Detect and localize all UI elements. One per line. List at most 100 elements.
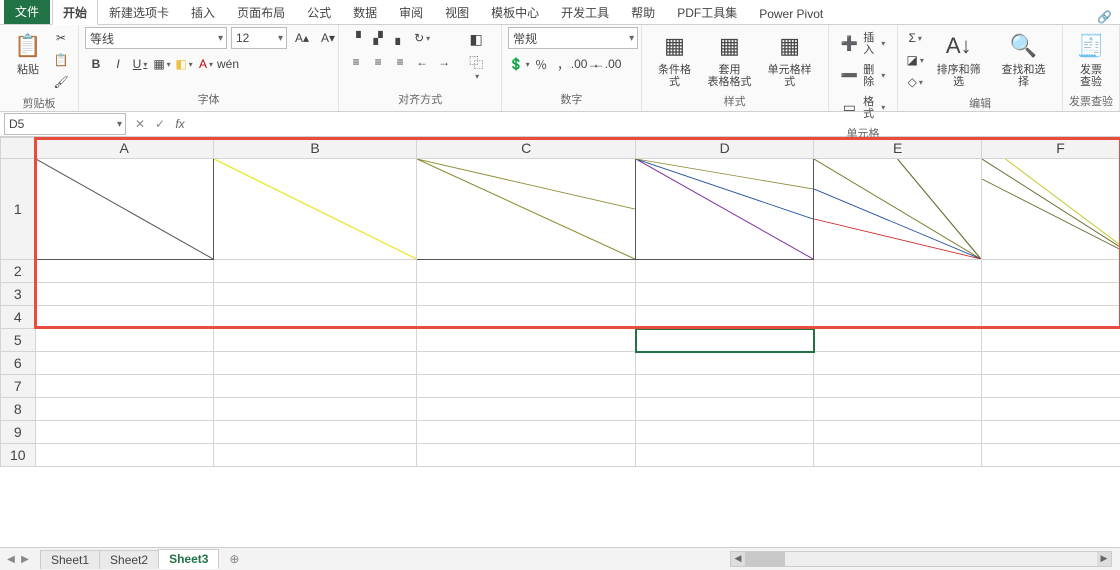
number-format-select[interactable]: 常规 bbox=[508, 27, 638, 49]
row-header-2[interactable]: 2 bbox=[1, 260, 36, 283]
sort-filter-button[interactable]: A↓ 排序和筛选 bbox=[927, 27, 990, 91]
cell-F4[interactable] bbox=[982, 306, 1120, 329]
tab-developer[interactable]: 开发工具 bbox=[550, 0, 620, 24]
fill-color-button[interactable]: ◧ bbox=[174, 54, 194, 74]
col-header-B[interactable]: B bbox=[213, 138, 417, 159]
col-header-E[interactable]: E bbox=[814, 138, 982, 159]
autosum-button[interactable]: Σ bbox=[905, 28, 925, 48]
italic-button[interactable]: I bbox=[108, 54, 128, 74]
cell-D9[interactable] bbox=[636, 421, 814, 444]
cell-A3[interactable] bbox=[35, 283, 213, 306]
cell-D3[interactable] bbox=[636, 283, 814, 306]
font-name-select[interactable]: 等线 bbox=[85, 27, 227, 49]
fill-button[interactable]: ◪ bbox=[905, 50, 925, 70]
cell-F6[interactable] bbox=[982, 352, 1120, 375]
cell-A6[interactable] bbox=[35, 352, 213, 375]
cell-D4[interactable] bbox=[636, 306, 814, 329]
cell-E4[interactable] bbox=[814, 306, 982, 329]
tab-file[interactable]: 文件 bbox=[4, 0, 50, 24]
cell-E2[interactable] bbox=[814, 260, 982, 283]
fx-icon[interactable]: fx bbox=[170, 117, 190, 131]
tab-help[interactable]: 帮助 bbox=[620, 0, 666, 24]
share-icon[interactable]: 🔗 bbox=[1097, 10, 1112, 24]
cell-E6[interactable] bbox=[814, 352, 982, 375]
cell-styles-button[interactable]: ▦ 单元格样式 bbox=[758, 27, 820, 91]
tab-review[interactable]: 审阅 bbox=[388, 0, 434, 24]
cell-C9[interactable] bbox=[417, 421, 636, 444]
cut-button[interactable]: ✂ bbox=[51, 28, 71, 48]
clear-button[interactable]: ◇ bbox=[905, 72, 925, 92]
align-middle-button[interactable]: ▞ bbox=[368, 28, 388, 48]
col-header-C[interactable]: C bbox=[417, 138, 636, 159]
percent-button[interactable]: ％ bbox=[531, 54, 551, 74]
cell-D5[interactable] bbox=[636, 329, 814, 352]
wrap-text-button[interactable]: ◧ bbox=[462, 27, 490, 51]
cell-C7[interactable] bbox=[417, 375, 636, 398]
font-color-button[interactable]: A bbox=[196, 54, 216, 74]
select-all-corner[interactable] bbox=[1, 138, 36, 159]
scroll-right-icon[interactable]: ▶ bbox=[1097, 552, 1111, 566]
cell-C6[interactable] bbox=[417, 352, 636, 375]
format-as-table-button[interactable]: ▦ 套用 表格格式 bbox=[702, 27, 756, 91]
tab-powerpivot[interactable]: Power Pivot bbox=[748, 2, 834, 24]
row-header-5[interactable]: 5 bbox=[1, 329, 36, 352]
shrink-font-button[interactable]: A▾ bbox=[318, 28, 338, 48]
row-header-8[interactable]: 8 bbox=[1, 398, 36, 421]
cell-A9[interactable] bbox=[35, 421, 213, 444]
cell-F10[interactable] bbox=[982, 444, 1120, 467]
bold-button[interactable]: B bbox=[86, 54, 106, 74]
cell-B10[interactable] bbox=[213, 444, 417, 467]
align-top-button[interactable]: ▝ bbox=[346, 28, 366, 48]
cell-F7[interactable] bbox=[982, 375, 1120, 398]
cell-C3[interactable] bbox=[417, 283, 636, 306]
align-bottom-button[interactable]: ▖ bbox=[390, 28, 410, 48]
cell-E10[interactable] bbox=[814, 444, 982, 467]
cell-A5[interactable] bbox=[35, 329, 213, 352]
cell-C1[interactable] bbox=[417, 159, 636, 260]
currency-button[interactable]: 💲 bbox=[509, 54, 529, 74]
format-cells-button[interactable]: ▭格式 bbox=[836, 91, 890, 123]
cell-B9[interactable] bbox=[213, 421, 417, 444]
cell-E1[interactable] bbox=[814, 159, 982, 260]
decrease-indent-button[interactable]: ← bbox=[412, 52, 432, 72]
tab-home[interactable]: 开始 bbox=[52, 0, 98, 25]
cell-F2[interactable] bbox=[982, 260, 1120, 283]
col-header-D[interactable]: D bbox=[636, 138, 814, 159]
cell-E7[interactable] bbox=[814, 375, 982, 398]
cell-C8[interactable] bbox=[417, 398, 636, 421]
format-painter-button[interactable]: 🖌 bbox=[51, 72, 71, 92]
sheet-tab-1[interactable]: Sheet1 bbox=[40, 550, 100, 569]
tab-pagelayout[interactable]: 页面布局 bbox=[226, 0, 296, 24]
tab-insert[interactable]: 插入 bbox=[180, 0, 226, 24]
cell-A1[interactable] bbox=[35, 159, 213, 260]
cell-D2[interactable] bbox=[636, 260, 814, 283]
cell-A4[interactable] bbox=[35, 306, 213, 329]
add-sheet-button[interactable]: ⊕ bbox=[224, 552, 244, 566]
sheet-nav-next[interactable]: ▶ bbox=[18, 554, 32, 565]
tab-data[interactable]: 数据 bbox=[342, 0, 388, 24]
font-size-select[interactable]: 12 bbox=[231, 27, 287, 49]
cell-A2[interactable] bbox=[35, 260, 213, 283]
tab-view[interactable]: 视图 bbox=[434, 0, 480, 24]
cell-F1[interactable] bbox=[982, 159, 1120, 260]
row-header-9[interactable]: 9 bbox=[1, 421, 36, 444]
cell-C2[interactable] bbox=[417, 260, 636, 283]
cell-D7[interactable] bbox=[636, 375, 814, 398]
underline-button[interactable]: U bbox=[130, 54, 150, 74]
cell-F3[interactable] bbox=[982, 283, 1120, 306]
sheet-nav-prev[interactable]: ◀ bbox=[4, 554, 18, 565]
cell-B5[interactable] bbox=[213, 329, 417, 352]
cell-B3[interactable] bbox=[213, 283, 417, 306]
row-header-7[interactable]: 7 bbox=[1, 375, 36, 398]
formula-accept-icon[interactable]: ✓ bbox=[150, 117, 170, 131]
sheet-tab-2[interactable]: Sheet2 bbox=[99, 550, 159, 569]
row-header-4[interactable]: 4 bbox=[1, 306, 36, 329]
cell-E5[interactable] bbox=[814, 329, 982, 352]
col-header-F[interactable]: F bbox=[982, 138, 1120, 159]
row-header-10[interactable]: 10 bbox=[1, 444, 36, 467]
copy-button[interactable]: 📋 bbox=[51, 50, 71, 70]
cell-C5[interactable] bbox=[417, 329, 636, 352]
border-button[interactable]: ▦ bbox=[152, 54, 172, 74]
scroll-thumb[interactable] bbox=[745, 552, 785, 566]
find-select-button[interactable]: 🔍 查找和选择 bbox=[992, 27, 1055, 91]
